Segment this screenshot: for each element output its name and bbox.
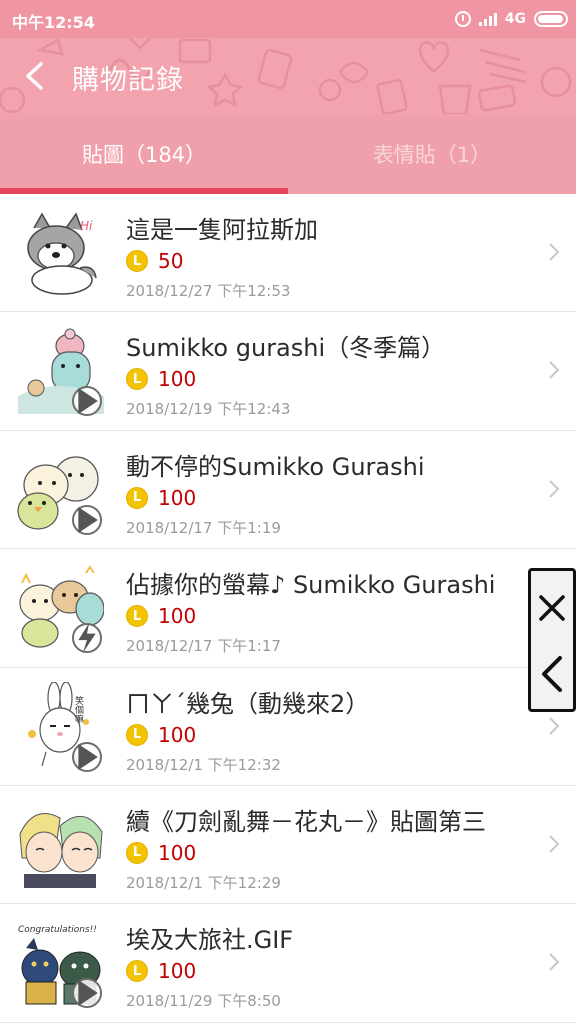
- line-coin-icon: L: [126, 841, 148, 864]
- overlay-close-button[interactable]: [531, 579, 573, 637]
- purchase-date: 2018/12/17 下午1:17: [126, 637, 281, 656]
- status-indicators: 4G: [454, 8, 568, 30]
- sticker-title: 動不停的Sumikko Gurashi: [126, 452, 425, 481]
- sticker-title: 續《刀劍亂舞－花丸－》貼圖第三: [126, 807, 486, 836]
- battery-icon: [534, 11, 568, 27]
- price-info: L 50: [126, 249, 183, 273]
- price-value: 100: [158, 840, 197, 865]
- play-icon: [72, 741, 102, 772]
- price-value: 100: [158, 722, 197, 747]
- price-value: 50: [158, 249, 184, 273]
- price-value: 100: [158, 604, 197, 629]
- tab-emoji[interactable]: 表情貼（1）: [288, 114, 576, 194]
- play-icon: [72, 504, 102, 535]
- price-info: L 100: [126, 486, 196, 510]
- sticker-title: ㄇㄚˊ幾兔（動幾來2）: [126, 689, 370, 718]
- status-bar: 中午12:54 4G: [0, 0, 576, 38]
- purchase-row[interactable]: 續《刀劍亂舞－花丸－》貼圖第三 L 100 2018/12/1 下午12:29: [0, 785, 576, 905]
- line-coin-icon: L: [126, 723, 148, 746]
- line-coin-icon: L: [126, 605, 148, 628]
- price-value: 100: [158, 485, 197, 510]
- purchase-date: 2018/12/19 下午12:43: [126, 400, 291, 419]
- chevron-right-icon: [549, 243, 560, 261]
- purchase-list: Hi 這是一隻阿拉斯加 L 50 2018/12/27 下午12:53 Sumi…: [0, 194, 576, 1023]
- purchase-row[interactable]: 佔據你的螢幕♪ Sumikko Gurashi L 100 2018/12/17…: [0, 549, 576, 668]
- tab-bar: 貼圖（184） 表情貼（1）: [0, 114, 576, 194]
- sticker-title: 埃及大旅社.GIF: [126, 926, 294, 955]
- sticker-thumbnail-touken-ranbu: [16, 800, 104, 888]
- sticker-thumbnail-egypt-hotel: Congratulations!!: [16, 918, 104, 1009]
- chevron-right-icon: [549, 953, 560, 972]
- signal-icon: [478, 12, 497, 26]
- price-info: L 100: [126, 841, 196, 865]
- purchase-row[interactable]: 笑個嘛 ㄇㄚˊ幾兔（動幾來2） L 100 2018/12/1 下午12:32: [0, 667, 576, 786]
- page-title: 購物記錄: [72, 65, 184, 96]
- line-coin-icon: L: [126, 368, 148, 391]
- title-bar: 購物記錄: [0, 38, 576, 114]
- header: 中午12:54 4G 購物記錄 貼圖（184） 表情貼（1）: [0, 0, 576, 194]
- lightning-icon: [72, 623, 102, 654]
- price-info: L 100: [126, 367, 196, 391]
- sticker-title: Sumikko gurashi（冬季篇）: [126, 334, 446, 363]
- back-button[interactable]: [14, 56, 54, 96]
- purchase-date: 2018/12/27 下午12:53: [126, 282, 291, 300]
- thumb-hi-text: Hi: [80, 219, 93, 233]
- sticker-thumbnail-sumikko-screen: [16, 563, 105, 654]
- purchase-row[interactable]: 動不停的Sumikko Gurashi L 100 2018/12/17 下午1…: [0, 430, 576, 550]
- price-value: 100: [158, 367, 197, 392]
- chevron-right-icon: [549, 716, 560, 735]
- sticker-thumbnail-alaska-dog: Hi: [16, 208, 104, 296]
- sticker-thumbnail-sumikko-moving: [16, 445, 104, 535]
- price-info: L 100: [126, 604, 196, 628]
- close-icon: [539, 595, 565, 621]
- sticker-thumbnail-rabbit: 笑個嘛: [16, 680, 104, 772]
- overlay-back-button[interactable]: [531, 643, 573, 705]
- purchase-date: 2018/11/29 下午8:50: [126, 992, 281, 1011]
- line-coin-icon: L: [126, 486, 148, 509]
- price-value: 100: [158, 959, 197, 984]
- status-time: 中午12:54: [12, 13, 95, 32]
- sticker-title: 這是一隻阿拉斯加: [126, 216, 318, 244]
- chevron-left-icon: [542, 656, 562, 692]
- alarm-icon: [454, 11, 471, 27]
- price-info: L 100: [126, 723, 196, 747]
- line-coin-icon: L: [126, 250, 148, 272]
- sticker-thumbnail-sumikko-winter: [16, 326, 104, 417]
- purchase-row[interactable]: Congratulations!! 埃及大旅社.GIF L 100 2018/1…: [0, 904, 576, 1023]
- purchase-row[interactable]: Sumikko gurashi（冬季篇） L 100 2018/12/19 下午…: [0, 312, 576, 431]
- sticker-title: 佔據你的螢幕♪ Sumikko Gurashi: [126, 571, 496, 600]
- purchase-date: 2018/12/17 下午1:19: [126, 518, 281, 537]
- purchase-date: 2018/12/1 下午12:32: [126, 755, 281, 774]
- price-info: L 100: [126, 959, 196, 983]
- line-coin-icon: L: [126, 960, 148, 983]
- tab-stickers[interactable]: 貼圖（184）: [0, 114, 288, 194]
- purchase-date: 2018/12/1 下午12:29: [126, 873, 281, 892]
- chevron-right-icon: [549, 835, 560, 853]
- chevron-right-icon: [549, 361, 560, 380]
- play-icon: [72, 978, 102, 1009]
- purchase-row[interactable]: Hi 這是一隻阿拉斯加 L 50 2018/12/27 下午12:53: [0, 194, 576, 313]
- chevron-right-icon: [549, 480, 560, 498]
- floating-nav-overlay: [528, 568, 576, 712]
- network-type: 4G: [504, 11, 526, 27]
- thumb-congrats-text: Congratulations!!: [18, 925, 97, 935]
- screen: 中午12:54 4G 購物記錄 貼圖（184） 表情貼（1） Hi 這是一隻阿拉…: [0, 0, 576, 1024]
- play-icon: [72, 386, 102, 417]
- back-arrow-icon: [26, 62, 43, 90]
